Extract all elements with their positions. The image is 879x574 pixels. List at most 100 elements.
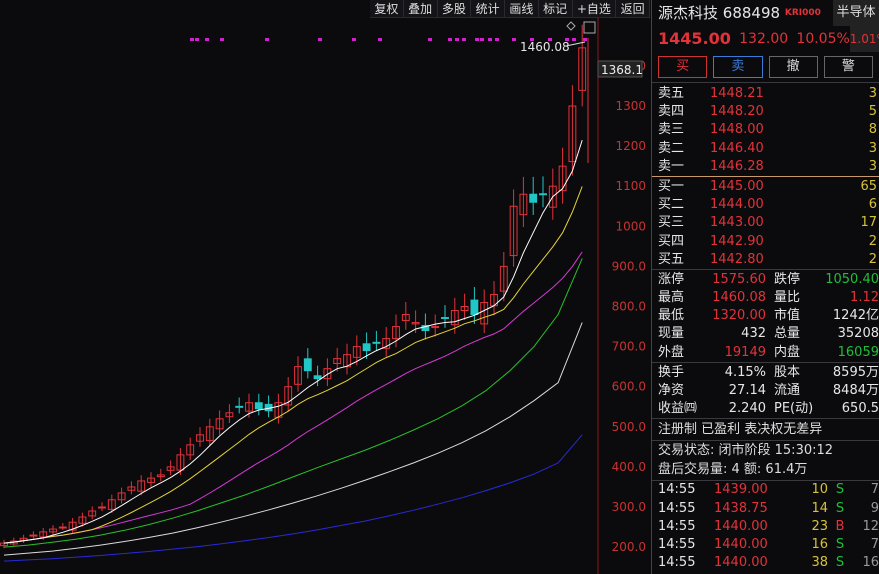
alert-button[interactable]: 警 bbox=[823, 56, 873, 78]
tick-time: 14:55 bbox=[658, 500, 696, 516]
event-marker[interactable] bbox=[378, 38, 382, 41]
stat-row: 涨停 1575.60 跌停 1050.40 bbox=[652, 271, 879, 289]
event-marker[interactable] bbox=[428, 38, 432, 41]
event-marker[interactable] bbox=[495, 38, 499, 41]
level-volume: 3 bbox=[868, 140, 877, 156]
tick-volume: 23 bbox=[811, 518, 828, 534]
stat-label: 外盘 bbox=[658, 344, 685, 360]
toolbar-button[interactable]: +自选 bbox=[573, 0, 617, 17]
level-price: 1448.00 bbox=[710, 122, 764, 138]
level-label: 卖四 bbox=[658, 104, 685, 120]
stat-value: 432 bbox=[741, 326, 766, 342]
stat-label: 涨停 bbox=[658, 271, 685, 287]
event-marker[interactable] bbox=[462, 38, 466, 41]
tick-row: 14:55 1440.00 38 S 16 bbox=[652, 554, 879, 572]
event-marker[interactable] bbox=[488, 38, 492, 41]
candle bbox=[98, 506, 106, 509]
level-price: 1442.90 bbox=[710, 233, 764, 249]
ma120-line bbox=[3, 322, 583, 556]
event-marker[interactable] bbox=[352, 38, 356, 41]
y-tick-label: 1300 bbox=[615, 99, 646, 113]
stat-value: 27.14 bbox=[728, 383, 766, 398]
level-price: 1445.00 bbox=[710, 178, 764, 194]
event-marker[interactable] bbox=[480, 38, 484, 41]
level-volume: 2 bbox=[868, 251, 877, 267]
ma10-line bbox=[3, 186, 583, 544]
stat-value: 2.240 bbox=[728, 401, 766, 417]
tick-price: 1440.00 bbox=[714, 555, 768, 571]
event-marker[interactable] bbox=[475, 38, 479, 41]
stat-label: 最高 bbox=[658, 290, 685, 306]
ma250-line bbox=[3, 434, 583, 562]
event-marker[interactable] bbox=[583, 38, 587, 41]
tick-volume: 10 bbox=[811, 482, 828, 498]
toolbar-button[interactable]: 统计 bbox=[471, 0, 505, 17]
stat-value: 650.5 bbox=[841, 401, 879, 417]
stat-label: 净资 bbox=[658, 383, 685, 398]
event-marker[interactable] bbox=[318, 38, 322, 41]
stat-label: 流通 bbox=[774, 383, 801, 398]
toolbar-button[interactable]: 标记 bbox=[539, 0, 573, 17]
order-level: 卖五 1448.21 3 bbox=[652, 85, 879, 103]
buy-button[interactable]: 买 bbox=[658, 56, 708, 78]
toolbar-button[interactable]: 复权 bbox=[370, 0, 404, 17]
sector-label[interactable]: 半导体 bbox=[833, 0, 879, 26]
stat-row: 换手 4.15% 股本 8595万 bbox=[652, 364, 879, 382]
event-marker[interactable] bbox=[220, 38, 224, 41]
candle bbox=[235, 405, 244, 408]
chart-toolbar: 复权 叠加 多股 统计 画线 标记 +自选 返回 bbox=[370, 0, 651, 18]
y-tick-label: 400.0 bbox=[612, 460, 646, 474]
level-volume: 3 bbox=[868, 86, 877, 101]
tick-time: 14:55 bbox=[658, 536, 696, 552]
tick-direction: S bbox=[835, 555, 845, 571]
kline-chart[interactable]: 14001300120011001000900.0800.0700.0600.0… bbox=[0, 18, 650, 574]
stock-code: 688498 bbox=[722, 4, 781, 22]
tick-volume: 16 bbox=[811, 536, 828, 552]
level-volume: 6 bbox=[868, 197, 877, 213]
event-marker[interactable] bbox=[512, 38, 516, 41]
toolbar-button[interactable]: 画线 bbox=[505, 0, 539, 17]
stats-table: 涨停 1575.60 跌停 1050.40 最高 1460.08 量比 1.12 最低 1320.… bbox=[652, 268, 879, 362]
event-marker[interactable] bbox=[205, 38, 209, 41]
tick-count: 16 bbox=[862, 555, 879, 571]
event-marker[interactable] bbox=[572, 38, 576, 41]
stat-value: 8484万 bbox=[832, 383, 879, 398]
event-marker[interactable] bbox=[448, 38, 452, 41]
y-tick-label: 200.0 bbox=[612, 540, 646, 554]
stat-row: 现量 432 总量 35208 bbox=[652, 325, 879, 343]
diamond-icon[interactable] bbox=[566, 21, 576, 31]
tick-count: 12 bbox=[862, 518, 879, 534]
stat-row: 净资 27.14 流通 8484万 bbox=[652, 382, 879, 400]
tick-row: 14:55 1439.00 10 S 7 bbox=[652, 481, 879, 499]
finance-table: 换手 4.15% 股本 8595万 净资 27.14 流通 8484万 收益㈣ 2.240 PE(动… bbox=[652, 361, 879, 419]
stat-label: 市值 bbox=[774, 308, 801, 324]
stat-row: 最高 1460.08 量比 1.12 bbox=[652, 289, 879, 307]
stat-value: 1050.40 bbox=[825, 271, 879, 287]
order-level: 买五 1442.80 2 bbox=[652, 251, 879, 269]
sell-button[interactable]: 卖 bbox=[713, 56, 763, 78]
stat-value: 1242亿 bbox=[832, 308, 879, 324]
toolbar-button[interactable]: 叠加 bbox=[404, 0, 438, 17]
event-marker[interactable] bbox=[190, 38, 194, 41]
toolbar-button[interactable]: 返回 bbox=[616, 0, 651, 17]
stat-label: 总量 bbox=[774, 326, 801, 342]
event-marker[interactable] bbox=[195, 38, 199, 41]
level-volume: 5 bbox=[868, 104, 877, 120]
tick-time: 14:55 bbox=[658, 518, 696, 534]
tick-row: 14:55 1438.75 14 S 9 bbox=[652, 500, 879, 518]
tick-price: 1439.00 bbox=[714, 482, 768, 498]
stat-row: 最低 1320.00 市值 1242亿 bbox=[652, 307, 879, 325]
panel-toggle-icon[interactable] bbox=[583, 21, 596, 34]
y-tick-label: 700.0 bbox=[612, 340, 646, 354]
stat-value: 1320.00 bbox=[712, 308, 766, 324]
level-label: 卖五 bbox=[658, 86, 685, 101]
crosshair-price: 1368.1 bbox=[601, 63, 643, 77]
toolbar-button[interactable]: 多股 bbox=[438, 0, 472, 17]
ma60-line bbox=[3, 258, 583, 548]
level-volume: 65 bbox=[860, 178, 877, 194]
cancel-order-button[interactable]: 撤 bbox=[768, 56, 818, 78]
event-marker[interactable] bbox=[265, 38, 269, 41]
candle bbox=[529, 193, 538, 203]
tick-price: 1440.00 bbox=[714, 518, 768, 534]
event-marker[interactable] bbox=[455, 38, 459, 41]
